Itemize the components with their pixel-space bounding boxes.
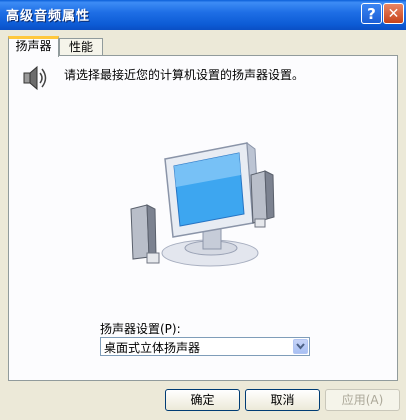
speaker-setup-dropdown[interactable]: 桌面式立体扬声器 bbox=[100, 337, 310, 356]
window-title: 高级音频属性 bbox=[6, 9, 91, 24]
cancel-button[interactable]: 取消 bbox=[245, 389, 320, 411]
apply-button[interactable]: 应用(A) bbox=[325, 389, 400, 411]
speaker-setup-value: 桌面式立体扬声器 bbox=[104, 341, 201, 355]
chevron-down-icon[interactable] bbox=[293, 339, 308, 354]
speaker-icon bbox=[20, 62, 50, 94]
title-bar: 高级音频属性 ? ✕ bbox=[0, 0, 406, 30]
help-button[interactable]: ? bbox=[361, 3, 382, 24]
desktop-stereo-speakers-illustration bbox=[125, 135, 285, 275]
instruction-text: 请选择最接近您的计算机设置的扬声器设置。 bbox=[64, 68, 305, 82]
ok-button[interactable]: 确定 bbox=[165, 389, 240, 411]
speaker-setup-label: 扬声器设置(P): bbox=[100, 322, 181, 336]
tab-performance[interactable]: 性能 bbox=[59, 38, 103, 56]
close-button[interactable]: ✕ bbox=[383, 3, 404, 24]
tab-speakers[interactable]: 扬声器 bbox=[8, 36, 59, 57]
